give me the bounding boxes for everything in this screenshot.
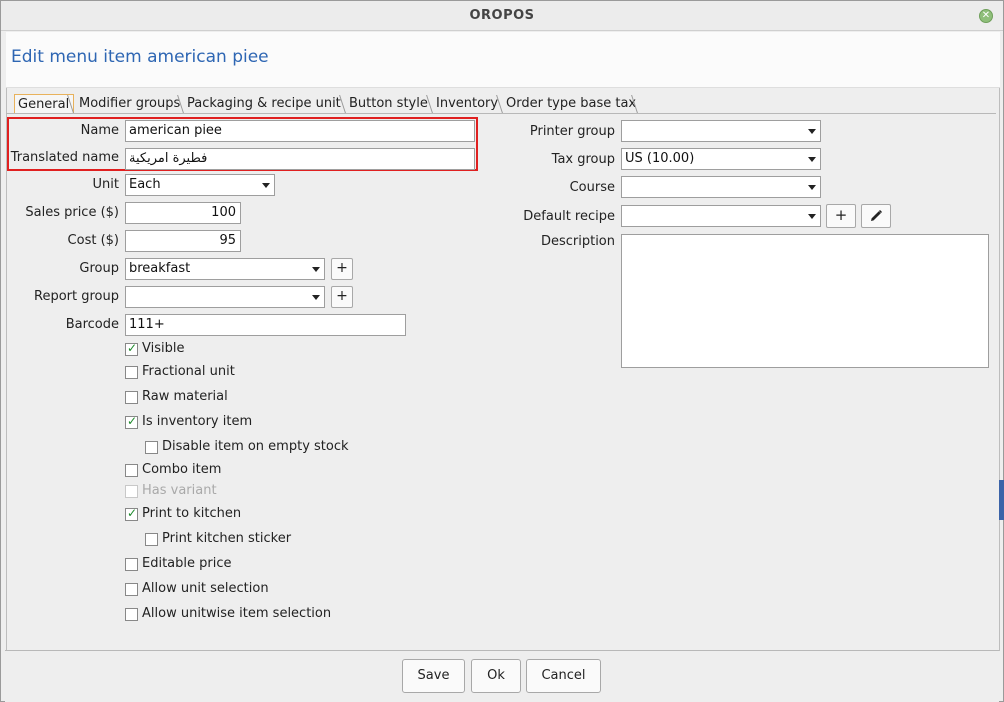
allow-unitwise-selection-label: Allow unitwise item selection bbox=[142, 606, 332, 621]
group-select[interactable]: breakfast bbox=[125, 258, 325, 280]
has-variant-checkbox bbox=[125, 485, 138, 498]
chevron-down-icon bbox=[808, 157, 816, 162]
print-kitchen-sticker-checkbox[interactable] bbox=[145, 533, 158, 546]
name-label: Name bbox=[80, 123, 119, 138]
tab-label: Button style bbox=[349, 96, 428, 111]
allow-unitwise-selection-checkbox[interactable] bbox=[125, 608, 138, 621]
fractional-unit-label: Fractional unit bbox=[142, 364, 235, 379]
allow-unit-selection-checkbox[interactable] bbox=[125, 583, 138, 596]
chevron-down-icon bbox=[312, 267, 320, 272]
group-value: breakfast bbox=[129, 261, 191, 276]
report-group-select[interactable] bbox=[125, 286, 325, 308]
print-to-kitchen-checkbox[interactable] bbox=[125, 506, 138, 521]
combo-item-label: Combo item bbox=[142, 462, 222, 477]
dialog-header: Edit menu item american piee bbox=[6, 32, 1000, 88]
edit-recipe-button[interactable] bbox=[861, 204, 891, 228]
description-label: Description bbox=[540, 234, 615, 249]
tab-divider bbox=[6, 113, 996, 114]
tab-label: General bbox=[18, 97, 70, 112]
raw-material-label: Raw material bbox=[142, 389, 228, 404]
page-title: Edit menu item american piee bbox=[11, 47, 269, 67]
translated-name-label: Translated name bbox=[10, 150, 119, 165]
editable-price-checkbox[interactable] bbox=[125, 558, 138, 571]
print-to-kitchen-label: Print to kitchen bbox=[142, 506, 242, 521]
chevron-down-icon bbox=[808, 185, 816, 190]
tax-group-select[interactable]: US (10.00) bbox=[621, 148, 821, 170]
course-select[interactable] bbox=[621, 176, 821, 198]
barcode-field[interactable]: 111+ bbox=[125, 314, 406, 336]
unit-select[interactable]: Each bbox=[125, 174, 275, 196]
title-bar: OROPOS ✕ bbox=[1, 1, 1003, 31]
tab-order-type-base-tax[interactable]: Order type base tax bbox=[503, 94, 640, 114]
name-field[interactable]: american piee bbox=[125, 120, 475, 142]
close-icon[interactable]: ✕ bbox=[979, 9, 993, 23]
cancel-button[interactable]: Cancel bbox=[526, 659, 601, 693]
add-report-group-button[interactable]: + bbox=[331, 286, 353, 308]
chevron-down-icon bbox=[262, 183, 270, 188]
printer-group-label: Printer group bbox=[529, 124, 615, 139]
pencil-icon bbox=[871, 209, 883, 221]
sales-price-label: Sales price ($) bbox=[25, 205, 119, 220]
tab-packaging-recipe-unit[interactable]: Packaging & recipe unit bbox=[184, 94, 345, 114]
window-title: OROPOS bbox=[469, 8, 535, 23]
chevron-down-icon bbox=[808, 129, 816, 134]
tab-label: Inventory bbox=[436, 96, 499, 111]
unit-label: Unit bbox=[92, 177, 119, 192]
tax-group-label: Tax group bbox=[551, 152, 615, 167]
editable-price-label: Editable price bbox=[142, 556, 232, 571]
visible-label: Visible bbox=[142, 341, 185, 356]
disable-on-empty-stock-label: Disable item on empty stock bbox=[162, 439, 349, 454]
report-group-label: Report group bbox=[34, 289, 119, 304]
fractional-unit-checkbox[interactable] bbox=[125, 366, 138, 379]
sales-price-field[interactable]: 100 bbox=[125, 202, 241, 224]
tab-label: Packaging & recipe unit bbox=[187, 96, 341, 111]
has-variant-label: Has variant bbox=[142, 483, 217, 498]
background-window-edge bbox=[999, 480, 1004, 520]
tab-button-style[interactable]: Button style bbox=[346, 94, 432, 114]
save-button[interactable]: Save bbox=[402, 659, 465, 693]
tab-inventory[interactable]: Inventory bbox=[433, 94, 502, 114]
chevron-down-icon bbox=[312, 295, 320, 300]
default-recipe-label: Default recipe bbox=[523, 209, 615, 224]
allow-unit-selection-label: Allow unit selection bbox=[142, 581, 269, 596]
unit-value: Each bbox=[129, 177, 161, 192]
is-inventory-item-checkbox[interactable] bbox=[125, 414, 138, 429]
tab-label: Order type base tax bbox=[506, 96, 637, 111]
ok-button[interactable]: Ok bbox=[471, 659, 521, 693]
description-textarea[interactable] bbox=[621, 234, 989, 368]
default-recipe-select[interactable] bbox=[621, 205, 821, 227]
cost-field[interactable]: 95 bbox=[125, 230, 241, 252]
tab-general[interactable]: General bbox=[14, 94, 75, 114]
tax-group-value: US (10.00) bbox=[625, 151, 695, 166]
cost-label: Cost ($) bbox=[67, 233, 119, 248]
add-group-button[interactable]: + bbox=[331, 258, 353, 280]
add-recipe-button[interactable]: + bbox=[826, 204, 856, 228]
tab-label: Modifier groups bbox=[79, 96, 181, 111]
tab-modifier-groups[interactable]: Modifier groups bbox=[76, 94, 184, 114]
barcode-label: Barcode bbox=[65, 317, 119, 332]
print-kitchen-sticker-label: Print kitchen sticker bbox=[162, 531, 292, 546]
printer-group-select[interactable] bbox=[621, 120, 821, 142]
chevron-down-icon bbox=[808, 214, 816, 219]
raw-material-checkbox[interactable] bbox=[125, 391, 138, 404]
course-label: Course bbox=[569, 180, 615, 195]
combo-item-checkbox[interactable] bbox=[125, 464, 138, 477]
group-label: Group bbox=[79, 261, 119, 276]
visible-checkbox[interactable] bbox=[125, 341, 138, 356]
is-inventory-item-label: Is inventory item bbox=[142, 414, 253, 429]
disable-on-empty-stock-checkbox[interactable] bbox=[145, 441, 158, 454]
translated-name-field[interactable]: فطيرة امريكية bbox=[125, 148, 475, 170]
